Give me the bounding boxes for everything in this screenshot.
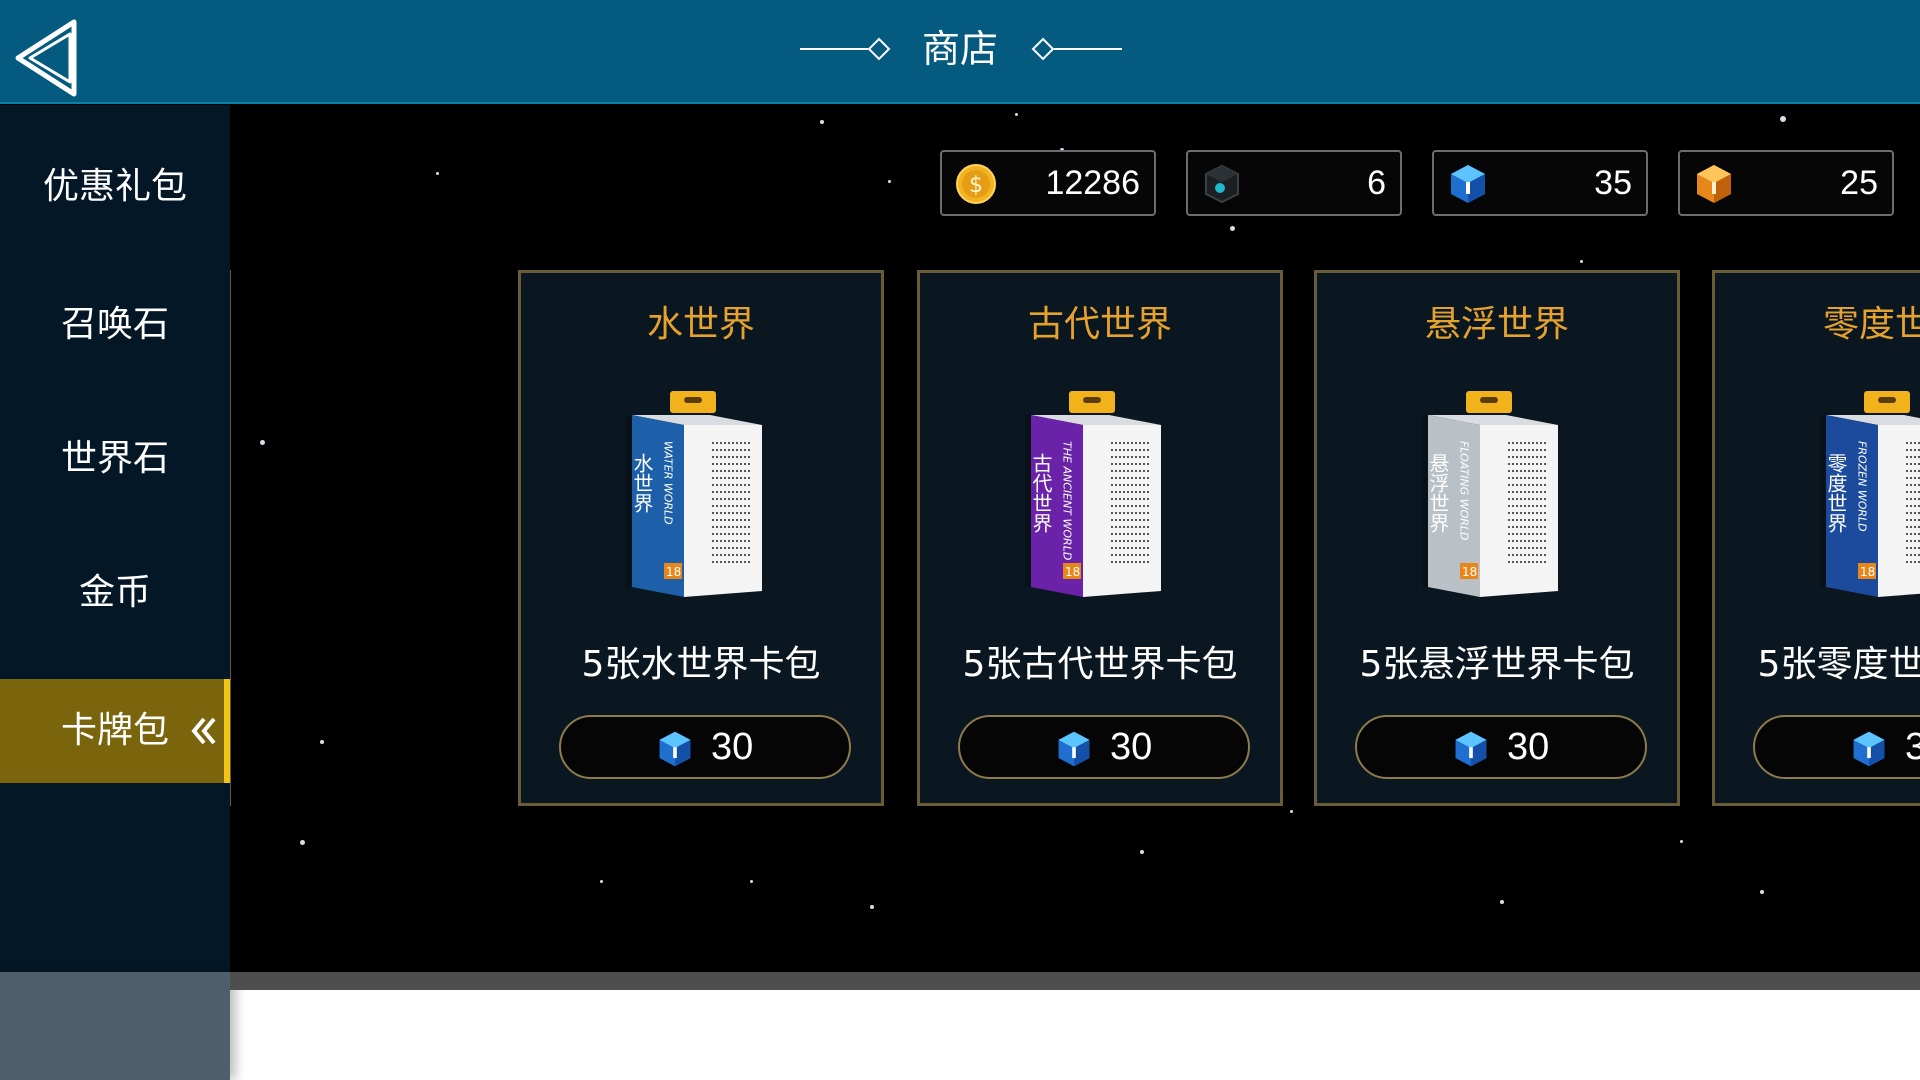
pack-cn-label: 水世界 [630, 453, 654, 513]
card-pack-title: 零度世界 [1822, 304, 1920, 345]
price-value: 30 [1110, 726, 1153, 768]
orange-gem-count: 25 [1840, 164, 1878, 202]
blue-gem-icon [1058, 731, 1090, 767]
title-left-ornament-icon [800, 37, 891, 61]
chevron-left-icon [191, 717, 216, 745]
sidebar-item-gold[interactable]: 金币 [0, 541, 230, 645]
sidebar-item-label: 金币 [78, 572, 151, 613]
blue-gem-icon [1451, 165, 1485, 203]
pack-cn-label: 悬浮世界 [1426, 453, 1450, 533]
card-pack-box-icon: 古代世界 THE ANCIENT WORLD 18 [1025, 391, 1161, 597]
shop-background: $ 12286 6 35 25 自然世界自然世界THE NATURAL WORL… [0, 0, 1920, 972]
dark-cube-icon [1205, 164, 1239, 204]
star [1580, 260, 1583, 263]
buy-button[interactable]: 30 [958, 715, 1250, 779]
card-pack-item[interactable]: 零度世界零度世界FROZEN WORLD185张零度世界卡包30 [1712, 270, 1920, 806]
pack-age-badge: 18 [1462, 565, 1477, 579]
star [436, 172, 439, 175]
star [1230, 226, 1235, 231]
active-indicator [224, 679, 230, 783]
title-right-ornament-icon [1031, 37, 1122, 61]
star [1680, 840, 1683, 843]
shop-category-sidebar: 优惠礼包 召唤石 世界石 金币 卡牌包 [0, 105, 230, 972]
card-pack-box-icon: 悬浮世界 FLOATING WORLD 18 [1422, 391, 1558, 597]
pack-cn-label: 古代世界 [1029, 453, 1053, 533]
star [1015, 113, 1018, 116]
orange-gem-icon [1697, 165, 1731, 203]
gold-count: 12286 [1045, 164, 1140, 202]
star [1140, 850, 1144, 854]
star [1780, 116, 1786, 122]
star [870, 905, 874, 909]
star [750, 880, 753, 883]
sidebar-item-gift-pack[interactable]: 优惠礼包 [0, 135, 230, 239]
page-title: 商店 [921, 27, 998, 71]
pack-en-label: WATER WORLD [662, 441, 675, 525]
star [260, 440, 265, 445]
star [600, 880, 603, 883]
pack-en-label: FLOATING WORLD [1458, 441, 1471, 541]
dark-cube-count: 6 [1367, 164, 1386, 202]
star [820, 120, 824, 124]
price-value: 30 [1507, 726, 1550, 768]
pack-en-label: FROZEN WORLD [1856, 441, 1869, 532]
buy-button[interactable]: 30 [1753, 715, 1920, 779]
top-bar: 商店 [0, 0, 1920, 104]
card-pack-title: 悬浮世界 [1424, 304, 1569, 345]
currency-blue-gem: 35 [1432, 150, 1648, 216]
buy-button[interactable]: 30 [1355, 715, 1647, 779]
card-pack-item[interactable]: 悬浮世界 悬浮世界 FLOATING WORLD 18 5张悬浮世界卡包 30 [1314, 270, 1680, 806]
price-value: 30 [711, 726, 754, 768]
blue-gem-icon [659, 731, 691, 767]
currency-orange-gem: 25 [1678, 150, 1894, 216]
card-pack-box-icon: 零度世界 FROZEN WORLD 18 [1820, 391, 1920, 597]
sidebar-item-card-pack[interactable]: 卡牌包 [0, 679, 230, 783]
sidebar-item-label: 召唤石 [60, 304, 169, 345]
pack-cn-label: 零度世界 [1824, 453, 1848, 533]
card-pack-title: 水世界 [646, 304, 755, 345]
sidebar-item-world-stone[interactable]: 世界石 [0, 407, 230, 511]
blue-gem-icon [1853, 731, 1885, 767]
horizontal-scrollbar[interactable] [230, 972, 1920, 990]
card-pack-item[interactable]: 水世界 水世界 WATER WORLD 18 5张水世界卡包 30 [518, 270, 884, 806]
star [888, 180, 891, 183]
blue-gem-count: 35 [1594, 164, 1632, 202]
star [300, 840, 305, 845]
blue-gem-icon [1455, 731, 1487, 767]
sidebar-item-label: 卡牌包 [60, 710, 169, 751]
sidebar-item-label: 优惠礼包 [42, 166, 187, 207]
card-pack-box-icon: 水世界 WATER WORLD 18 [626, 391, 762, 597]
star [1500, 900, 1504, 904]
card-pack-name: 5张水世界卡包 [581, 644, 821, 685]
buy-button[interactable]: 30 [559, 715, 851, 779]
star [1290, 810, 1293, 813]
star [320, 740, 324, 744]
star [1760, 890, 1764, 894]
gold-coin-icon: $ [956, 164, 996, 204]
pack-en-label: THE ANCIENT WORLD [1061, 441, 1074, 560]
pack-age-badge: 18 [1860, 565, 1875, 579]
card-pack-title: 古代世界 [1027, 304, 1172, 345]
title-ornament: 商店 [0, 0, 1920, 100]
sidebar-item-summon-stone[interactable]: 召唤石 [0, 273, 230, 377]
svg-text:$: $ [969, 173, 983, 198]
card-pack-item[interactable]: 古代世界 古代世界 THE ANCIENT WORLD 18 5张古代世界卡包 30 [917, 270, 1283, 806]
currency-gold: $ 12286 [940, 150, 1156, 216]
sidebar-item-label: 世界石 [60, 438, 169, 479]
currency-dark-cube: 6 [1186, 150, 1402, 216]
card-pack-name: 5张零度世界卡包 [1757, 644, 1920, 685]
sidebar-footer [0, 972, 230, 1080]
pack-age-badge: 18 [1065, 565, 1080, 579]
card-pack-name: 5张悬浮世界卡包 [1359, 644, 1635, 685]
pack-age-badge: 18 [666, 565, 681, 579]
card-pack-name: 5张古代世界卡包 [962, 644, 1238, 685]
price-value: 30 [1905, 726, 1920, 768]
